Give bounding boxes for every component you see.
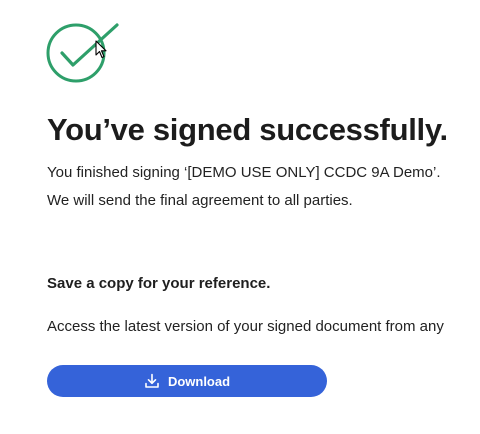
final-agreement-text: We will send the final agreement to all … xyxy=(47,192,353,209)
finished-signing-text: You finished signing ‘[DEMO USE ONLY] CC… xyxy=(47,164,441,181)
download-button[interactable]: Download xyxy=(47,365,327,397)
download-icon xyxy=(145,373,159,388)
mouse-cursor-icon xyxy=(95,40,107,59)
success-heading: You’ve signed successfully. xyxy=(47,112,448,147)
access-document-text: Access the latest version of your signed… xyxy=(47,318,444,335)
checkmark-circle-icon xyxy=(46,23,119,83)
save-copy-heading: Save a copy for your reference. xyxy=(47,275,271,292)
download-button-label: Download xyxy=(167,373,231,389)
signing-success-page: You’ve signed successfully. You finished… xyxy=(0,0,480,434)
